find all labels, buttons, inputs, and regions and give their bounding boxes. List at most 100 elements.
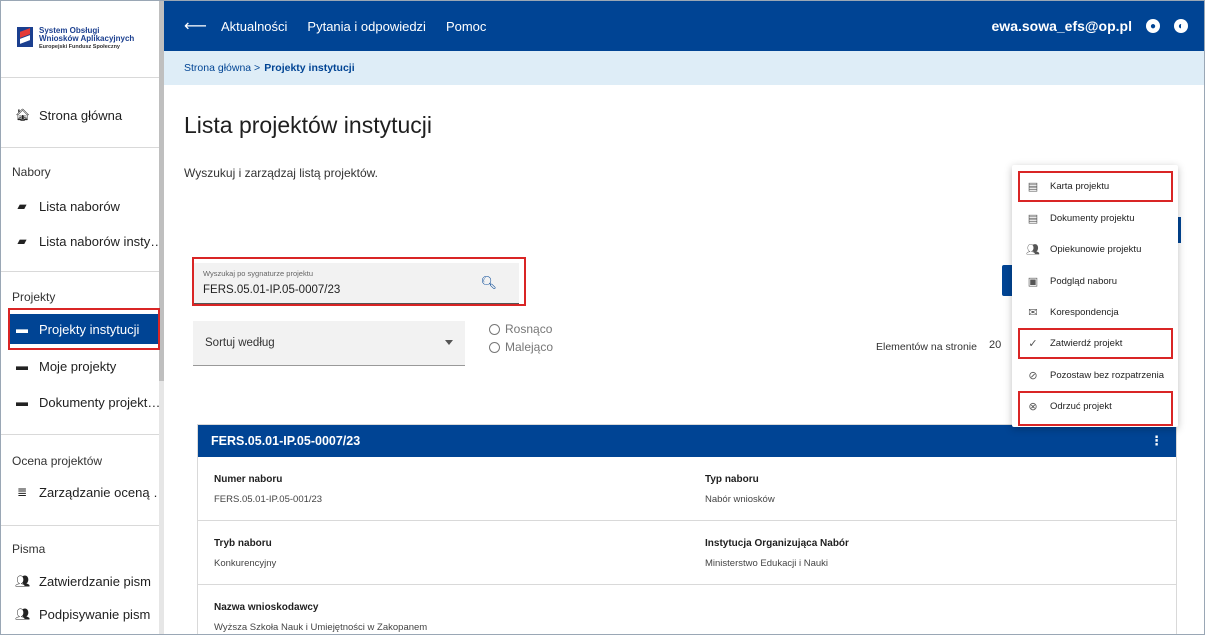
- sidebar-item-dokumenty-projektow[interactable]: ▬ Dokumenty projekt…: [9, 387, 159, 417]
- menu-item-korespondencja[interactable]: ✉ Korespondencja: [1012, 297, 1178, 328]
- field-value: Nabór wniosków: [705, 494, 775, 505]
- menu-item-label: Opiekunowie projektu: [1050, 244, 1142, 255]
- nav-link-pytania[interactable]: Pytania i odpowiedzi: [307, 19, 426, 34]
- sidebar-item-lista-naborow-instytucji[interactable]: ▰ Lista naborów insty…: [9, 226, 159, 256]
- sidebar-item-label: Strona główna: [39, 107, 123, 123]
- people-icon: 👥︎: [1026, 244, 1040, 256]
- menu-item-label: Dokumenty projektu: [1050, 213, 1135, 224]
- highlight-box-search: [192, 257, 526, 306]
- sidebar-section-title: Ocena projektów: [12, 454, 103, 468]
- ballot-box-icon: ▰: [17, 234, 27, 248]
- page-title: Lista projektów instytucji: [184, 112, 432, 138]
- logo-text: System Obsługi Wniosków Aplikacyjnych Eu…: [39, 27, 134, 51]
- back-arrow-icon[interactable]: ⟵: [184, 16, 207, 36]
- project-card-title: FERS.05.01-IP.05-0007/23: [211, 434, 361, 448]
- sidebar-item-label: Zatwierdzanie pism: [39, 573, 151, 589]
- breadcrumb-home[interactable]: Strona główna >: [184, 62, 260, 74]
- sidebar-item-lista-naborow[interactable]: ▰ Lista naborów: [9, 191, 159, 221]
- sidebar-item-zatwierdzanie-pism[interactable]: 👥︎ Zatwierdzanie pism: [9, 566, 159, 596]
- card-row: Numer naboru FERS.05.01-IP.05-001/23 Typ…: [198, 457, 1176, 521]
- menu-item-label: Pozostaw bez rozpatrzenia: [1050, 370, 1165, 381]
- per-page-label: Elementów na stronie: [876, 341, 977, 353]
- sidebar-section-title: Projekty: [12, 290, 56, 304]
- field-key: Instytucja Organizująca Nabór: [705, 538, 849, 549]
- project-card: FERS.05.01-IP.05-0007/23 ⋮ Numer naboru …: [197, 424, 1177, 634]
- sort-select[interactable]: Sortuj według: [193, 321, 465, 366]
- sidebar-section-title: Pisma: [12, 542, 46, 556]
- field-numer-naboru: Numer naboru FERS.05.01-IP.05-001/23: [214, 474, 322, 505]
- user-area: ewa.sowa_efs@op.pl ● ◐: [992, 1, 1188, 51]
- radio-descending[interactable]: Malejąco: [489, 340, 553, 354]
- user-account-icon[interactable]: ●: [1146, 19, 1160, 33]
- sidebar-divider: [1, 525, 159, 526]
- menu-item-opiekunowie[interactable]: 👥︎ Opiekunowie projektu: [1012, 234, 1178, 265]
- sidebar-item-label: Lista naborów: [39, 198, 120, 214]
- people-icon: 👥︎: [15, 574, 31, 588]
- project-actions-menu: ▤ Karta projektu ▤ Dokumenty projektu 👥︎…: [1012, 165, 1178, 427]
- nav-link-pomoc[interactable]: Pomoc: [446, 19, 486, 34]
- field-value: Wyższa Szkoła Nauk i Umiejętności w Zako…: [214, 622, 428, 633]
- menu-item-label: Korespondencja: [1050, 307, 1119, 318]
- app-logo[interactable]: System Obsługi Wniosków Aplikacyjnych Eu…: [17, 27, 134, 51]
- sidebar-item-label: Moje projekty: [39, 358, 117, 374]
- sidebar-item-zarzadzanie-ocena[interactable]: ≣ Zarządzanie oceną …: [9, 477, 159, 507]
- radio-ascending[interactable]: Rosnąco: [489, 322, 552, 336]
- radio-label: Rosnąco: [505, 322, 553, 336]
- radio-label: Malejąco: [505, 340, 554, 354]
- top-nav: Aktualności Pytania i odpowiedzi Pomoc: [221, 19, 486, 34]
- field-typ-naboru: Typ naboru Nabór wniosków: [705, 474, 775, 505]
- more-vertical-icon[interactable]: ⋮: [1150, 433, 1163, 449]
- contrast-icon[interactable]: ◐: [1174, 19, 1188, 33]
- eye-off-icon: ⊘: [1028, 370, 1038, 382]
- sidebar-item-label: Zarządzanie oceną …: [39, 484, 159, 500]
- page-description: Wyszukuj i zarządzaj listą projektów.: [184, 166, 378, 180]
- per-page-select[interactable]: 20: [989, 339, 1001, 351]
- field-key: Tryb naboru: [214, 538, 272, 549]
- sidebar-item-label: Podpisywanie pism: [39, 606, 151, 622]
- field-value: Ministerstwo Edukacji i Nauki: [705, 558, 829, 569]
- sort-select-label: Sortuj według: [205, 337, 275, 349]
- document-icon: ▤: [1027, 213, 1039, 225]
- logo-line-3: Europejski Fundusz Społeczny: [39, 44, 120, 50]
- menu-item-label: Podgląd naboru: [1050, 276, 1118, 287]
- nav-link-aktualnosci[interactable]: Aktualności: [221, 19, 287, 34]
- card-icon: ▬: [16, 395, 28, 409]
- list-icon: ≣: [16, 485, 28, 499]
- preview-icon: ▣: [1027, 276, 1039, 288]
- project-card-header: FERS.05.01-IP.05-0007/23 ⋮: [198, 425, 1176, 457]
- highlight-box-zatwierdz-projekt: [1018, 328, 1173, 359]
- sidebar-divider: [1, 147, 159, 148]
- user-email[interactable]: ewa.sowa_efs@op.pl: [992, 18, 1132, 34]
- field-tryb-naboru: Tryb naboru Konkurencyjny: [214, 538, 276, 569]
- home-icon: 🏠︎: [15, 108, 31, 122]
- sidebar-item-label: Lista naborów insty…: [39, 233, 159, 249]
- app-frame: System Obsługi Wniosków Aplikacyjnych Eu…: [0, 0, 1205, 635]
- people-icon: 👥︎: [15, 607, 31, 621]
- card-icon: ▬: [16, 359, 28, 373]
- sidebar-item-moje-projekty[interactable]: ▬ Moje projekty: [9, 351, 159, 381]
- radio-circle-icon: [489, 341, 500, 353]
- menu-item-dokumenty-projektu[interactable]: ▤ Dokumenty projektu: [1012, 203, 1178, 234]
- eu-flag-icon: [17, 27, 33, 47]
- field-value: FERS.05.01-IP.05-001/23: [214, 494, 323, 505]
- menu-item-pozostaw-bez-rozpatrzenia[interactable]: ⊘ Pozostaw bez rozpatrzenia: [1012, 360, 1178, 391]
- ballot-box-icon: ▰: [17, 199, 27, 213]
- field-key: Typ naboru: [705, 474, 759, 485]
- sidebar-divider: [1, 77, 159, 78]
- card-row: Tryb naboru Konkurencyjny Instytucja Org…: [198, 521, 1176, 585]
- chevron-down-icon: [445, 340, 453, 345]
- sidebar-section-title: Nabory: [12, 165, 51, 179]
- field-key: Nazwa wnioskodawcy: [214, 602, 319, 613]
- breadcrumb: Strona główna > Projekty instytucji: [164, 51, 1204, 85]
- mail-icon: ✉: [1028, 307, 1038, 319]
- menu-item-podglad-naboru[interactable]: ▣ Podgląd naboru: [1012, 266, 1178, 297]
- sidebar-item-home[interactable]: 🏠︎ Strona główna: [9, 100, 159, 130]
- field-key: Numer naboru: [214, 474, 283, 485]
- card-row: Nazwa wnioskodawcy Wyższa Szkoła Nauk i …: [198, 585, 1176, 634]
- breadcrumb-current: Projekty instytucji: [264, 62, 355, 74]
- highlight-box-odrzuc-projekt: [1018, 391, 1173, 426]
- sidebar-item-podpisywanie-pism[interactable]: 👥︎ Podpisywanie pism: [9, 599, 159, 629]
- sidebar-divider: [1, 434, 159, 435]
- sidebar-item-label: Dokumenty projekt…: [39, 394, 159, 410]
- field-instytucja: Instytucja Organizująca Nabór Ministerst…: [705, 538, 849, 569]
